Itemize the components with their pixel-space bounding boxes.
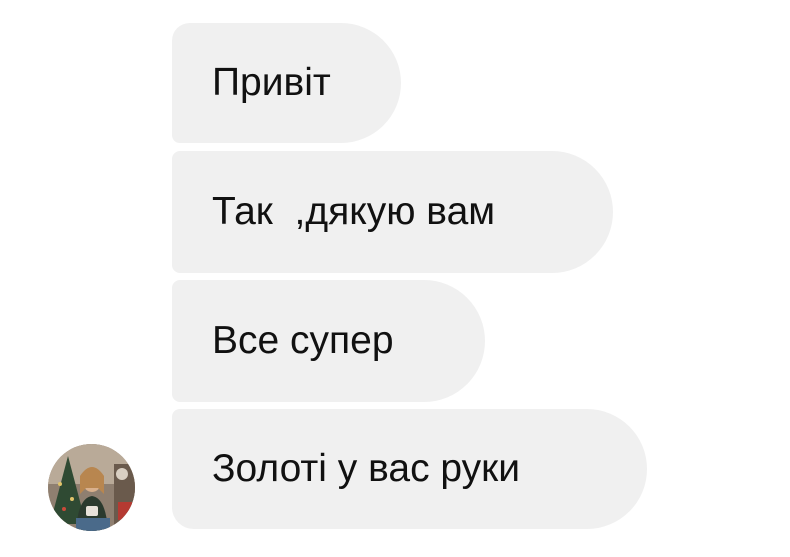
- user-photo-avatar-icon: [48, 444, 135, 531]
- message-bubble[interactable]: Привіт: [172, 23, 401, 143]
- message-bubble[interactable]: Золоті у вас руки: [172, 409, 647, 529]
- sender-avatar[interactable]: [48, 444, 135, 531]
- message-bubble[interactable]: Так ,дякую вам: [172, 151, 613, 273]
- message-bubble[interactable]: Все супер: [172, 280, 485, 402]
- message-thread: Привіт Так ,дякую вам Все супер Золоті у…: [0, 0, 790, 557]
